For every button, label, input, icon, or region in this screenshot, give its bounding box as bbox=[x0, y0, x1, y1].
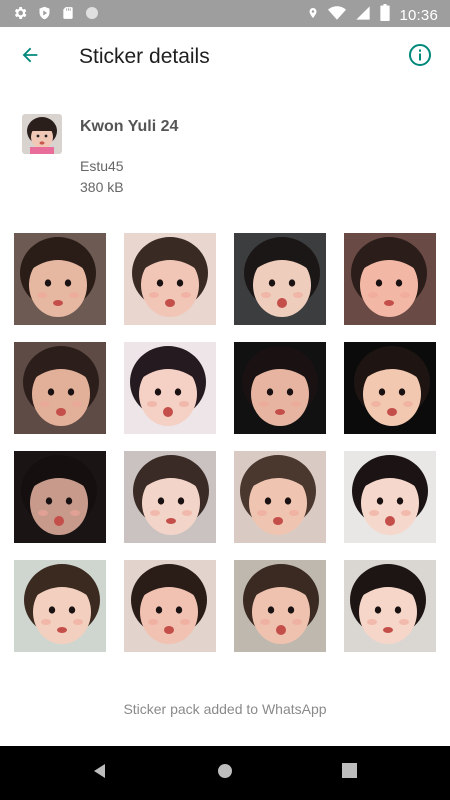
back-triangle-icon bbox=[92, 763, 108, 784]
sticker-grid bbox=[14, 233, 436, 652]
sticker-image bbox=[234, 342, 326, 434]
sticker-image bbox=[14, 560, 106, 652]
sticker-image bbox=[344, 342, 436, 434]
back-button[interactable] bbox=[14, 41, 46, 73]
sticker-item[interactable] bbox=[344, 233, 436, 325]
pack-tray-image bbox=[22, 114, 62, 154]
shield-icon bbox=[37, 5, 52, 26]
pack-publisher: Estu45 bbox=[80, 158, 124, 174]
sd-card-icon bbox=[61, 5, 75, 26]
signal-icon bbox=[355, 5, 371, 26]
sticker-item[interactable] bbox=[14, 233, 106, 325]
recents-square-icon bbox=[341, 763, 357, 783]
wifi-icon bbox=[328, 5, 347, 26]
status-bar: 10:36 bbox=[0, 0, 450, 27]
sticker-image bbox=[344, 560, 436, 652]
sticker-image bbox=[124, 233, 216, 325]
battery-icon bbox=[380, 4, 391, 26]
sticker-item[interactable] bbox=[14, 451, 106, 543]
status-right-icons: 10:36 bbox=[307, 4, 438, 26]
info-button[interactable] bbox=[404, 41, 436, 73]
sticker-item[interactable] bbox=[234, 451, 326, 543]
status-time: 10:36 bbox=[399, 6, 438, 24]
pack-size: 380 kB bbox=[80, 179, 124, 195]
sticker-image bbox=[344, 451, 436, 543]
status-left-icons bbox=[12, 5, 100, 26]
nav-home-button[interactable] bbox=[212, 760, 238, 786]
location-icon bbox=[307, 5, 319, 26]
pack-name: Kwon Yuli 24 bbox=[80, 118, 179, 135]
circle-icon bbox=[84, 5, 100, 26]
sticker-image bbox=[344, 233, 436, 325]
sticker-item[interactable] bbox=[344, 451, 436, 543]
sticker-item[interactable] bbox=[124, 342, 216, 434]
sticker-image bbox=[124, 342, 216, 434]
sticker-item[interactable] bbox=[14, 342, 106, 434]
sticker-image bbox=[14, 233, 106, 325]
sticker-item[interactable] bbox=[234, 233, 326, 325]
sticker-item[interactable] bbox=[344, 342, 436, 434]
sticker-item[interactable] bbox=[234, 560, 326, 652]
arrow-left-icon bbox=[19, 44, 41, 71]
app-bar: Sticker details bbox=[0, 27, 450, 87]
sticker-image bbox=[124, 560, 216, 652]
page-title: Sticker details bbox=[79, 45, 210, 68]
sticker-image bbox=[234, 560, 326, 652]
nav-recents-button[interactable] bbox=[336, 760, 362, 786]
sticker-item[interactable] bbox=[344, 560, 436, 652]
sticker-item[interactable] bbox=[14, 560, 106, 652]
sticker-item[interactable] bbox=[124, 560, 216, 652]
sticker-image bbox=[234, 233, 326, 325]
gear-icon bbox=[12, 5, 28, 26]
home-circle-icon bbox=[217, 763, 233, 784]
system-nav-bar bbox=[0, 746, 450, 800]
sticker-image bbox=[14, 451, 106, 543]
nav-back-button[interactable] bbox=[87, 760, 113, 786]
sticker-image bbox=[124, 451, 216, 543]
sticker-item[interactable] bbox=[234, 342, 326, 434]
info-icon bbox=[408, 43, 432, 72]
added-status-text: Sticker pack added to WhatsApp bbox=[123, 701, 327, 717]
sticker-image bbox=[14, 342, 106, 434]
sticker-item[interactable] bbox=[124, 451, 216, 543]
sticker-pack-header: Kwon Yuli 24 Estu45 380 kB bbox=[0, 110, 450, 210]
sticker-image bbox=[234, 451, 326, 543]
sticker-item[interactable] bbox=[124, 233, 216, 325]
